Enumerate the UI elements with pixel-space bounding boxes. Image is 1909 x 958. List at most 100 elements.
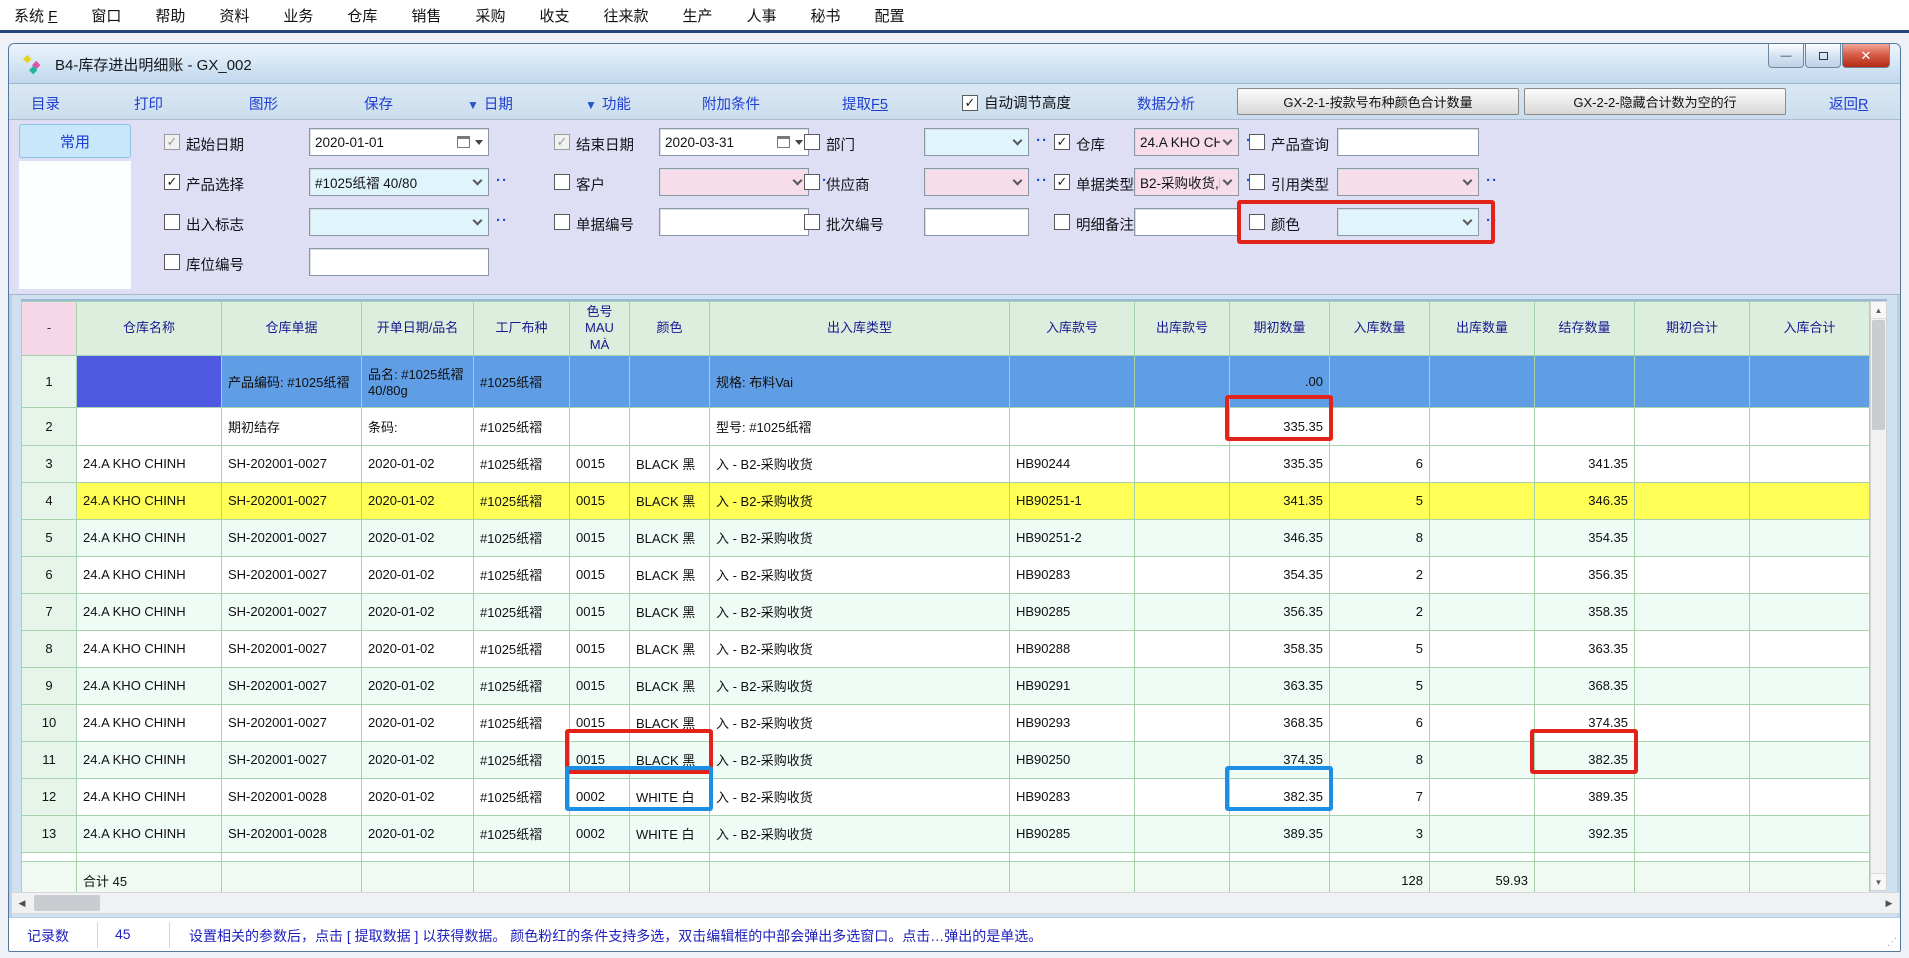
calendar-icon[interactable] xyxy=(457,136,470,148)
gx-2-2-button[interactable]: GX-2-2-隐藏合计数为空的行 xyxy=(1524,88,1786,115)
menu-item[interactable]: 窗口 xyxy=(91,5,121,26)
fetch-f5-link[interactable]: 提取F5 xyxy=(842,93,888,114)
column-header[interactable]: 色号MAU MÀ xyxy=(570,302,630,356)
filter-combo[interactable] xyxy=(309,208,489,236)
filter-text-input[interactable] xyxy=(659,208,809,236)
column-header[interactable]: 期初数量 xyxy=(1230,302,1330,356)
filter-combo[interactable] xyxy=(1337,208,1479,236)
more-options-dots[interactable]: ·· xyxy=(1486,212,1498,229)
checkbox-filter[interactable] xyxy=(1249,214,1265,230)
table-row[interactable]: 1324.A KHO CHINHSH-202001-00282020-01-02… xyxy=(22,815,1870,852)
chevron-down-icon[interactable] xyxy=(1013,176,1023,186)
checkbox-checked-filter[interactable]: ✓ xyxy=(1054,174,1070,190)
column-header[interactable]: 颜色 xyxy=(630,302,710,356)
table-row[interactable]: 1024.A KHO CHINHSH-202001-00272020-01-02… xyxy=(22,704,1870,741)
menu-item[interactable]: 往来款 xyxy=(603,5,648,26)
chevron-down-icon[interactable] xyxy=(1223,136,1233,146)
filter-date-input[interactable]: 2020-01-01 xyxy=(309,128,489,156)
function-link[interactable]: ▼功能 xyxy=(585,93,631,114)
more-options-dots[interactable]: ·· xyxy=(1036,172,1048,189)
column-header[interactable]: 期初合计 xyxy=(1635,302,1750,356)
chevron-down-icon[interactable] xyxy=(1013,136,1023,146)
column-header[interactable]: 结存数量 xyxy=(1535,302,1635,356)
menu-item[interactable]: 仓库 xyxy=(347,5,377,26)
table-row[interactable]: 1产品编码: #1025纸褶品名: #1025纸褶 40/80g#1025纸褶规… xyxy=(22,355,1870,407)
column-header[interactable]: 出入库类型 xyxy=(710,302,1010,356)
column-header[interactable]: 入库合计 xyxy=(1750,302,1870,356)
vertical-scrollbar[interactable]: ▲ ▼ xyxy=(1870,301,1887,891)
table-row[interactable]: 824.A KHO CHINHSH-202001-00272020-01-02#… xyxy=(22,630,1870,667)
menu-item[interactable]: 配置 xyxy=(875,5,905,26)
catalog-link[interactable]: 目录 xyxy=(31,93,60,114)
more-options-dots[interactable]: ·· xyxy=(1486,172,1498,189)
data-analysis-link[interactable]: 数据分析 xyxy=(1137,93,1195,114)
checkbox-filter[interactable] xyxy=(164,254,180,270)
table-row[interactable]: 424.A KHO CHINHSH-202001-00272020-01-02#… xyxy=(22,482,1870,519)
more-options-dots[interactable]: ·· xyxy=(1036,132,1048,149)
filter-combo[interactable] xyxy=(924,128,1029,156)
horizontal-scrollbar[interactable]: ◀ ▶ xyxy=(11,892,1900,914)
vertical-scroll-thumb[interactable] xyxy=(1872,320,1885,430)
checkbox-filter[interactable] xyxy=(1249,174,1265,190)
checkbox-filter[interactable] xyxy=(554,174,570,190)
horizontal-scroll-thumb[interactable] xyxy=(34,895,100,911)
checkbox-filter[interactable] xyxy=(1249,134,1265,150)
close-button[interactable]: ✕ xyxy=(1842,44,1890,68)
column-header[interactable]: - xyxy=(22,302,77,356)
restore-button[interactable] xyxy=(1805,44,1841,68)
menu-item[interactable]: 生产 xyxy=(682,5,712,26)
menu-item[interactable]: 业务 xyxy=(283,5,313,26)
more-options-dots[interactable]: ·· xyxy=(496,212,508,229)
column-header[interactable]: 入库数量 xyxy=(1330,302,1430,356)
chevron-down-icon[interactable] xyxy=(473,176,483,186)
table-row[interactable]: 1224.A KHO CHINHSH-202001-00282020-01-02… xyxy=(22,778,1870,815)
print-link[interactable]: 打印 xyxy=(134,93,163,114)
filter-combo[interactable]: B2-采购收货,B5-出 xyxy=(1134,168,1239,196)
menu-item[interactable]: 人事 xyxy=(747,5,777,26)
column-header[interactable]: 入库款号 xyxy=(1010,302,1135,356)
table-row[interactable]: 924.A KHO CHINHSH-202001-00272020-01-02#… xyxy=(22,667,1870,704)
extra-condition-link[interactable]: 附加条件 xyxy=(702,93,760,114)
save-link[interactable]: 保存 xyxy=(364,93,393,114)
chevron-down-icon[interactable] xyxy=(473,216,483,226)
table-row[interactable]: 2期初结存条码:#1025纸褶型号: #1025纸褶335.35 xyxy=(22,407,1870,445)
menu-item[interactable]: 销售 xyxy=(411,5,441,26)
minimize-button[interactable]: — xyxy=(1768,44,1804,68)
column-header[interactable]: 工厂布种 xyxy=(474,302,570,356)
graphic-link[interactable]: 图形 xyxy=(249,93,278,114)
chevron-down-icon[interactable] xyxy=(1223,176,1233,186)
filter-combo[interactable]: 24.A KHO CHINH xyxy=(1134,128,1239,156)
checkbox-filter[interactable] xyxy=(1054,214,1070,230)
scroll-up-icon[interactable]: ▲ xyxy=(1871,302,1886,319)
menu-item[interactable]: 帮助 xyxy=(155,5,185,26)
back-link[interactable]: 返回R xyxy=(1829,93,1868,114)
date-link[interactable]: ▼日期 xyxy=(467,93,513,114)
menu-item[interactable]: 采购 xyxy=(475,5,505,26)
column-header[interactable]: 出库款号 xyxy=(1135,302,1230,356)
filter-combo[interactable]: #1025纸褶 40/80 xyxy=(309,168,489,196)
calendar-icon[interactable] xyxy=(777,136,790,148)
menu-item[interactable]: 资料 xyxy=(219,5,249,26)
filter-text-input[interactable] xyxy=(924,208,1029,236)
checkbox-filter[interactable] xyxy=(164,214,180,230)
checkbox-checked-filter[interactable]: ✓ xyxy=(1054,134,1070,150)
chevron-down-icon[interactable] xyxy=(793,176,803,186)
scroll-right-icon[interactable]: ▶ xyxy=(1879,893,1899,913)
dropdown-arrow-icon[interactable] xyxy=(475,140,483,145)
filter-date-input[interactable]: 2020-03-31 xyxy=(659,128,809,156)
chevron-down-icon[interactable] xyxy=(1463,216,1473,226)
common-tab[interactable]: 常用 xyxy=(19,124,131,158)
filter-text-input[interactable] xyxy=(309,248,489,276)
title-bar[interactable]: ◆ ◆ ◆ B4-库存进出明细账 - GX_002 — ✕ xyxy=(9,44,1900,84)
filter-combo[interactable] xyxy=(1337,168,1479,196)
more-options-dots[interactable]: ·· xyxy=(496,172,508,189)
menu-item[interactable]: 收支 xyxy=(539,5,569,26)
checkbox-checked-filter[interactable]: ✓ xyxy=(164,174,180,190)
filter-text-input[interactable] xyxy=(1134,208,1239,236)
dropdown-arrow-icon[interactable] xyxy=(795,140,803,145)
menu-item[interactable]: 系统 F xyxy=(14,5,57,26)
checkbox-filter[interactable] xyxy=(804,134,820,150)
table-row[interactable]: 524.A KHO CHINHSH-202001-00272020-01-02#… xyxy=(22,519,1870,556)
checkbox-filter[interactable] xyxy=(804,174,820,190)
auto-height-checkbox[interactable]: ✓ 自动调节高度 xyxy=(962,92,1071,113)
